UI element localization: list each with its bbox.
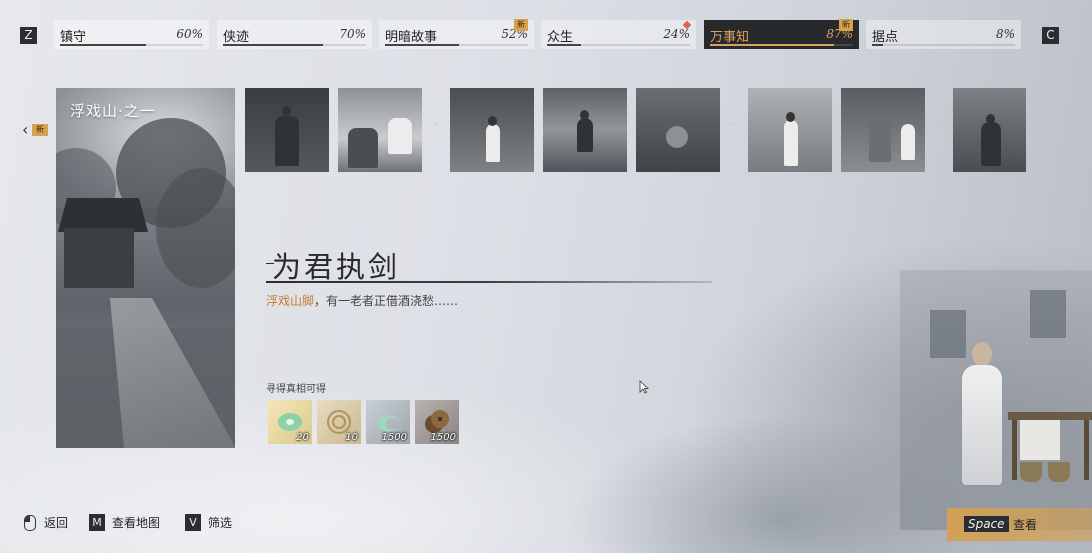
space-key: Space xyxy=(964,516,1009,532)
new-badge: 新 xyxy=(514,19,528,31)
tab-label: 据点 xyxy=(872,30,899,45)
group-separator: · xyxy=(732,120,736,131)
filter-key: V xyxy=(185,514,201,531)
tab-label: 众生 xyxy=(547,30,574,45)
tab-progress-bar xyxy=(710,44,853,46)
region-card-title: 浮戏山·之一 xyxy=(70,102,156,120)
tab-percent: 60% xyxy=(176,27,203,41)
tab-label: 明暗故事 xyxy=(385,30,438,45)
tab-progress-bar xyxy=(60,44,203,46)
tab-progress-bar xyxy=(872,44,1015,46)
back-label: 返回 xyxy=(44,516,69,530)
story-thumbnail[interactable] xyxy=(543,88,627,172)
tab-judian[interactable]: 据点 8% xyxy=(866,20,1021,49)
story-thumbnail[interactable] xyxy=(450,88,534,172)
tab-label: 镇守 xyxy=(60,30,87,45)
tab-zhenshou[interactable]: 镇守 60% xyxy=(54,20,209,49)
tab-progress-bar xyxy=(547,44,690,46)
tab-xiaji[interactable]: 侠迹 70% xyxy=(217,20,372,49)
chevron-left-icon: ‹ xyxy=(22,120,29,139)
mouse-icon xyxy=(24,514,36,531)
tab-mingan-gushi[interactable]: 明暗故事 52% 新 xyxy=(379,19,534,49)
reward-qty: 1500 xyxy=(381,432,407,443)
tab-label: 侠迹 xyxy=(223,30,250,45)
view-label: 查看 xyxy=(1013,518,1038,532)
group-separator: · xyxy=(937,120,941,131)
story-thumbnail[interactable] xyxy=(636,88,720,172)
reward-qty: 10 xyxy=(345,432,358,443)
view-map-button[interactable]: M 查看地图 xyxy=(89,514,160,534)
reward-qty: 20 xyxy=(296,432,309,443)
npc-figure xyxy=(962,365,1002,485)
npc-head xyxy=(972,342,992,366)
back-button[interactable]: 返回 xyxy=(24,514,68,534)
reward-item[interactable]: 1500 xyxy=(366,400,410,444)
title-divider xyxy=(266,281,712,283)
tab-wanshizhi[interactable]: 万事知 87% 新 xyxy=(704,19,859,49)
map-key: M xyxy=(89,514,105,531)
rewards-label: 寻得真相可得 xyxy=(266,384,326,395)
pavilion-roof xyxy=(58,198,148,232)
reward-item[interactable]: 1500 xyxy=(415,400,459,444)
new-badge: 新 xyxy=(839,19,853,31)
reward-item[interactable]: 20 xyxy=(268,400,312,444)
story-thumbnail[interactable] xyxy=(953,88,1026,172)
story-description: 浮戏山脚，有一老者正借酒浇愁…… xyxy=(266,292,458,309)
prev-tab-key[interactable]: Z xyxy=(20,27,37,44)
region-card[interactable]: 浮戏山·之一 xyxy=(56,88,235,448)
view-map-label: 查看地图 xyxy=(112,516,161,530)
tab-percent: 70% xyxy=(339,27,366,41)
story-thumbnail[interactable] xyxy=(748,88,832,172)
title-accent xyxy=(266,263,274,264)
view-button[interactable]: Space 查看 xyxy=(947,508,1092,541)
reward-item[interactable]: 10 xyxy=(317,400,361,444)
tab-zhongsheng[interactable]: 众生 24% xyxy=(541,20,696,49)
tab-progress-bar xyxy=(223,44,366,46)
prev-region-button[interactable]: ‹ 新 xyxy=(22,120,52,140)
story-thumbnail[interactable] xyxy=(841,88,925,172)
group-separator: · xyxy=(434,120,438,131)
tab-progress-bar xyxy=(385,44,528,46)
story-location: 浮戏山脚 xyxy=(266,294,315,308)
tab-label: 万事知 xyxy=(710,30,750,45)
new-badge: 新 xyxy=(32,124,48,136)
filter-label: 筛选 xyxy=(208,516,233,530)
story-thumbnail[interactable] xyxy=(338,88,422,172)
story-description-text: ，有一老者正借酒浇愁…… xyxy=(314,294,459,308)
reward-qty: 1500 xyxy=(430,432,456,443)
mouse-cursor-icon xyxy=(639,380,649,394)
filter-button[interactable]: V 筛选 xyxy=(185,514,232,534)
next-tab-key[interactable]: C xyxy=(1042,27,1059,44)
tab-percent: 8% xyxy=(995,27,1015,41)
story-title: 为君执剑 xyxy=(272,250,401,284)
story-thumbnail[interactable] xyxy=(245,88,329,172)
